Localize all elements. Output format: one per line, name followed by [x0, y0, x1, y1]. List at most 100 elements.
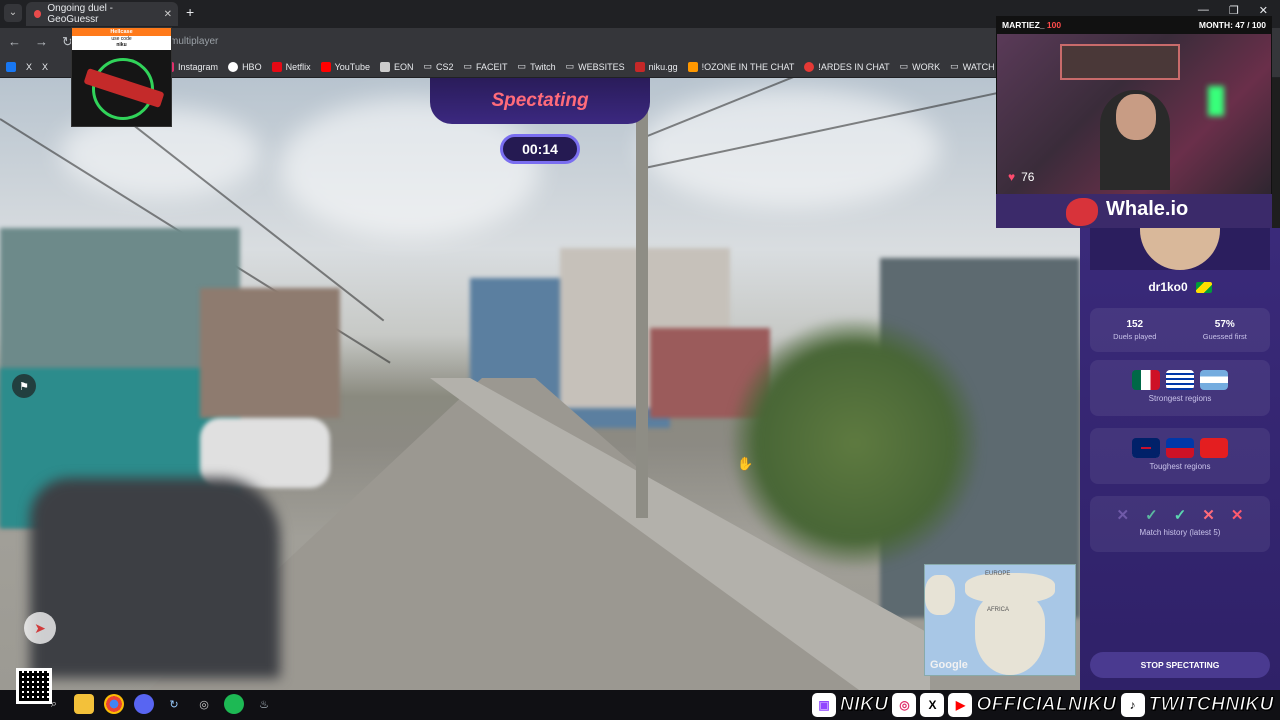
bookmark-ardes[interactable]: !ARDES IN CHAT	[804, 61, 890, 72]
ozone-icon	[687, 61, 698, 72]
tiktok-icon: ♪	[1120, 693, 1145, 717]
match-result-loss-icon: ✕	[1230, 507, 1244, 524]
steam-settings-icon[interactable]: ◎	[194, 694, 214, 714]
strongest-regions-label: Strongest regions	[1148, 394, 1212, 403]
hbo-icon	[228, 61, 239, 72]
strongest-regions-card: Strongest regions	[1090, 360, 1270, 416]
argentina-flag-icon	[1200, 370, 1228, 390]
tab-title: Ongoing duel - GeoGuessr	[47, 3, 113, 25]
streamer-face	[1116, 94, 1156, 140]
player-stats-card: 152 Duels played 57% Guessed first	[1090, 308, 1270, 352]
bookmark-youtube[interactable]: YouTube	[320, 61, 370, 72]
bookmark-cs2[interactable]: ▭ CS2	[423, 61, 453, 72]
spotify-icon[interactable]	[224, 694, 244, 714]
bookmark-label: WEBSITES	[578, 61, 625, 72]
navigation-buttons: ← → ↻	[8, 34, 73, 50]
youtube-icon: ▶	[948, 693, 973, 717]
albania-flag-icon	[1200, 438, 1228, 458]
folder-icon: ▭	[899, 61, 909, 71]
url-field[interactable]: multiplayer	[170, 36, 218, 47]
webcam-shelf	[1060, 44, 1180, 80]
compass-icon[interactable]: ➤	[24, 612, 56, 644]
toughest-regions-label: Toughest regions	[1149, 462, 1211, 471]
match-history-card: ✕ ✓ ✓ ✕ ✕ Match history (latest 5)	[1090, 496, 1270, 552]
folder-icon: ▭	[517, 61, 527, 71]
bookmark-niku[interactable]: niku.gg	[634, 61, 678, 72]
donor-name: MARTIEZ_	[1002, 20, 1045, 30]
latest-donation: MARTIEZ_ 100	[1002, 20, 1061, 30]
back-icon[interactable]: ←	[8, 34, 21, 50]
bookmark-label: EON	[393, 61, 414, 72]
bookmark-label: WORK	[912, 61, 941, 72]
steam-icon[interactable]: ♨	[254, 694, 274, 714]
folder-icon: ▭	[950, 61, 959, 71]
x-bookmark-icon[interactable]: X	[26, 62, 32, 72]
sponsor-header: Hellcase use code niku	[72, 28, 171, 50]
street-view-panorama[interactable]	[0, 78, 1080, 690]
bookmark-label: YouTube	[334, 61, 370, 72]
bookmark-label: FACEIT	[476, 61, 508, 72]
sponsor-brand: Hellcase	[72, 28, 171, 36]
facebook-bookmark-icon[interactable]	[6, 61, 16, 72]
match-result-loss-icon: ✕	[1116, 507, 1130, 524]
bookmark-netflix[interactable]: Netflix	[271, 61, 311, 72]
new-tab-button[interactable]: +	[186, 4, 194, 20]
whale-logo-icon	[1066, 198, 1098, 226]
bookmark-work[interactable]: ▭ WORK	[900, 61, 941, 72]
twitch-icon: ▣	[812, 693, 836, 717]
folder-icon: ▭	[463, 61, 473, 71]
player-name: dr1ko0	[1080, 280, 1280, 294]
tiktok-handle: TWITCHNIKU	[1148, 694, 1274, 716]
heart-rate-value: 76	[1021, 170, 1035, 184]
x-bookmark-icon-2[interactable]: X	[42, 62, 48, 72]
discord-icon[interactable]	[134, 694, 154, 714]
forward-icon[interactable]: →	[35, 34, 48, 50]
ardes-icon	[804, 61, 815, 72]
bookmark-websites[interactable]: ▭ WEBSITES	[566, 61, 625, 72]
uk-flag-icon	[1132, 438, 1160, 458]
hand-cursor-icon: ✋	[737, 456, 754, 471]
google-logo: Google	[930, 659, 968, 671]
youtube-icon	[320, 61, 331, 72]
match-history-results: ✕ ✓ ✓ ✕ ✕	[1090, 506, 1270, 524]
browser-tab[interactable]: Ongoing duel - GeoGuessr ✕	[26, 2, 178, 26]
bookmark-instagram[interactable]: Instagram	[164, 61, 218, 72]
tab-search-button[interactable]: ⌄	[4, 4, 22, 22]
bookmark-label: HBO	[242, 61, 262, 72]
bookmark-eon[interactable]: EON	[379, 61, 414, 72]
match-result-loss-icon: ✕	[1202, 507, 1215, 524]
bookmark-twitch[interactable]: ▭ Twitch	[518, 61, 556, 72]
sponsor-title: Whale.io	[1106, 198, 1189, 220]
stop-spectating-button[interactable]: STOP SPECTATING	[1090, 652, 1270, 678]
file-explorer-icon[interactable]	[74, 694, 94, 714]
heart-rate: ♥ 76	[1008, 170, 1034, 184]
mexico-flag-icon	[1132, 370, 1160, 390]
refresh-app-icon[interactable]: ↻	[164, 694, 184, 714]
philippines-flag-icon	[1166, 438, 1194, 458]
search-icon[interactable]: ⌕	[44, 694, 64, 714]
bookmark-faceit[interactable]: ▭ FACEIT	[464, 61, 508, 72]
bookmark-label: !OZONE IN THE CHAT	[701, 61, 795, 72]
bookmark-label: Netflix	[285, 61, 311, 72]
youtube-handle: OFFICIALNIKU	[976, 694, 1117, 716]
report-location-icon[interactable]: ⚑	[12, 374, 36, 398]
chrome-icon[interactable]	[104, 694, 124, 714]
match-result-win-icon: ✓	[1173, 507, 1187, 524]
geoguessr-favicon-icon	[34, 10, 42, 18]
instagram-icon: ◎	[892, 693, 917, 717]
username-label: dr1ko0	[1148, 280, 1188, 294]
match-history-label: Match history (latest 5)	[1139, 528, 1221, 537]
social-handles: ▣ NIKU ◎ X ▶ OFFICIALNIKU ♪ TWITCHNIKU	[812, 693, 1274, 717]
stat-value: 152	[1126, 319, 1144, 330]
netflix-icon	[271, 61, 282, 72]
bookmark-hbo[interactable]: HBO	[228, 61, 262, 72]
toughest-regions-card: Toughest regions	[1090, 428, 1270, 484]
bookmark-ozone[interactable]: !OZONE IN THE CHAT	[687, 61, 795, 72]
eon-icon	[379, 61, 390, 72]
round-timer: 00:14	[500, 134, 580, 164]
uruguay-flag-icon	[1166, 370, 1194, 390]
spectating-banner: Spectating	[430, 78, 650, 124]
close-tab-icon[interactable]: ✕	[164, 9, 172, 20]
stat-guessed-first: 57% Guessed first	[1203, 319, 1247, 341]
bookmark-label: CS2	[436, 61, 454, 72]
